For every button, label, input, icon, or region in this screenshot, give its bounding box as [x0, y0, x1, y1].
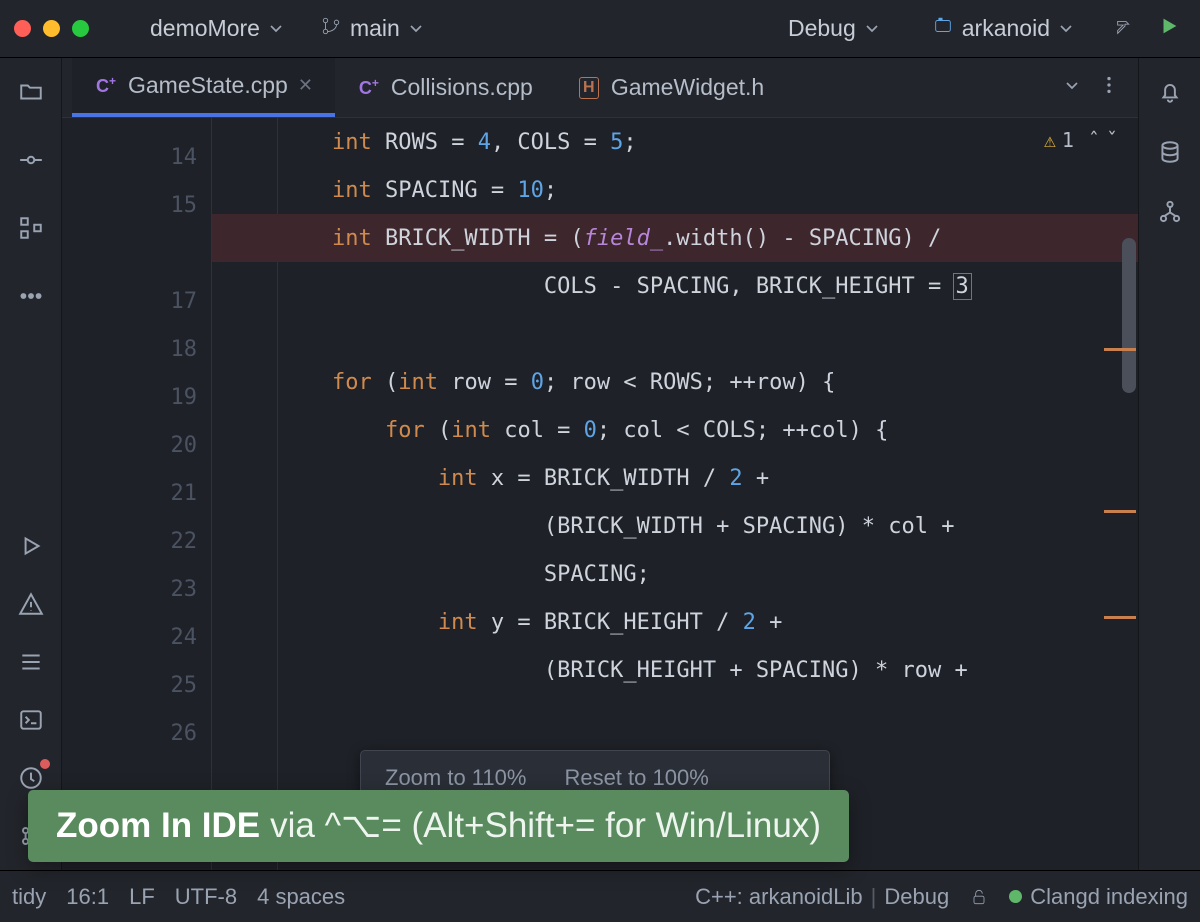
line-number: 17 [62, 278, 211, 326]
close-icon[interactable]: ✕ [298, 75, 313, 96]
play-icon [1158, 15, 1180, 43]
line-number: 24 [62, 614, 211, 662]
hierarchy-tool-button[interactable] [1148, 190, 1192, 234]
terminal-tool-button[interactable] [9, 698, 53, 742]
line-number: 20 [62, 422, 211, 470]
executable-icon [932, 15, 954, 43]
branch-icon [320, 15, 342, 43]
run-config-selector[interactable]: Debug [782, 11, 886, 46]
tab-gamewidget[interactable]: H GameWidget.h [555, 58, 786, 117]
chevron-down-icon [408, 15, 424, 42]
right-tool-rail [1138, 58, 1200, 870]
chevron-down-icon[interactable] [1064, 77, 1080, 98]
titlebar: demoMore main Debug arkanoid [0, 0, 1200, 58]
line-number: 14 [62, 134, 211, 182]
line-number: 18 [62, 326, 211, 374]
commit-tool-button[interactable] [9, 138, 53, 182]
tooltip-text: via ^⌥= (Alt+Shift+= for Win/Linux) [270, 806, 821, 846]
zoom-option[interactable]: Reset to 100% [564, 765, 708, 791]
tooltip-title: Zoom In IDE [56, 806, 260, 846]
shortcut-tooltip: Zoom In IDE via ^⌥= (Alt+Shift+= for Win… [28, 790, 849, 862]
hammer-icon [1114, 15, 1136, 43]
build-button[interactable] [1108, 11, 1142, 47]
tab-label: GameState.cpp [128, 72, 288, 99]
target-name: arkanoid [962, 15, 1050, 42]
minimize-window-icon[interactable] [43, 20, 60, 37]
project-name: demoMore [150, 15, 260, 42]
line-number: 19 [62, 374, 211, 422]
marker-stripe[interactable] [1104, 616, 1136, 619]
notifications-button[interactable] [1148, 70, 1192, 114]
editor-tabs: C+ GameState.cpp ✕ C+ Collisions.cpp H G… [62, 58, 1138, 118]
chevron-down-icon [864, 15, 880, 42]
status-tidy[interactable]: tidy [12, 884, 46, 910]
maximize-window-icon[interactable] [72, 20, 89, 37]
zoom-option[interactable]: Zoom to 110% [385, 765, 526, 791]
cpp-file-icon: C+ [357, 76, 381, 100]
tab-collisions[interactable]: C+ Collisions.cpp [335, 58, 555, 117]
marker-stripe[interactable] [1104, 510, 1136, 513]
tab-gamestate[interactable]: C+ GameState.cpp ✕ [72, 58, 335, 117]
line-number: 22 [62, 518, 211, 566]
database-tool-button[interactable] [1148, 130, 1192, 174]
target-selector[interactable]: arkanoid [926, 11, 1080, 47]
run-tool-button[interactable] [9, 524, 53, 568]
status-line-ending[interactable]: LF [129, 884, 155, 910]
editor-scrollbar[interactable] [1122, 238, 1136, 393]
line-number [62, 230, 211, 278]
cpp-file-icon: C+ [94, 74, 118, 98]
branch-name: main [350, 15, 400, 42]
status-lock-icon[interactable] [969, 887, 989, 907]
chevron-down-icon [268, 15, 284, 42]
status-indent[interactable]: 4 spaces [257, 884, 345, 910]
h-file-icon: H [577, 76, 601, 100]
project-selector[interactable]: demoMore [144, 11, 290, 46]
gutter[interactable]: 14 15 17 18 19 20 21 22 23 24 25 26 [62, 118, 212, 870]
status-clangd[interactable]: Clangd indexing [1009, 884, 1188, 910]
more-tool-button[interactable] [9, 274, 53, 318]
status-encoding[interactable]: UTF-8 [175, 884, 237, 910]
status-dot-icon [1009, 890, 1022, 903]
status-context[interactable]: C++: arkanoidLib | Debug [695, 884, 949, 910]
status-bar: tidy 16:1 LF UTF-8 4 spaces C++: arkanoi… [0, 870, 1200, 922]
run-button[interactable] [1152, 11, 1186, 47]
branch-selector[interactable]: main [314, 11, 430, 47]
config-name: Debug [788, 15, 856, 42]
left-tool-rail [0, 58, 62, 870]
line-number: 23 [62, 566, 211, 614]
line-number: 26 [62, 710, 211, 758]
editor-area: C+ GameState.cpp ✕ C+ Collisions.cpp H G… [62, 58, 1138, 870]
marker-stripe[interactable] [1104, 348, 1136, 351]
line-number: 15 [62, 182, 211, 230]
line-number: 25 [62, 662, 211, 710]
status-caret-pos[interactable]: 16:1 [66, 884, 109, 910]
more-icon[interactable] [1098, 74, 1120, 101]
close-window-icon[interactable] [14, 20, 31, 37]
window-controls [14, 20, 89, 37]
chevron-down-icon [1058, 15, 1074, 42]
project-tool-button[interactable] [9, 70, 53, 114]
tab-label: GameWidget.h [611, 74, 764, 101]
todo-tool-button[interactable] [9, 640, 53, 684]
tab-label: Collisions.cpp [391, 74, 533, 101]
structure-tool-button[interactable] [9, 206, 53, 250]
problems-tool-button[interactable] [9, 582, 53, 626]
line-number: 21 [62, 470, 211, 518]
